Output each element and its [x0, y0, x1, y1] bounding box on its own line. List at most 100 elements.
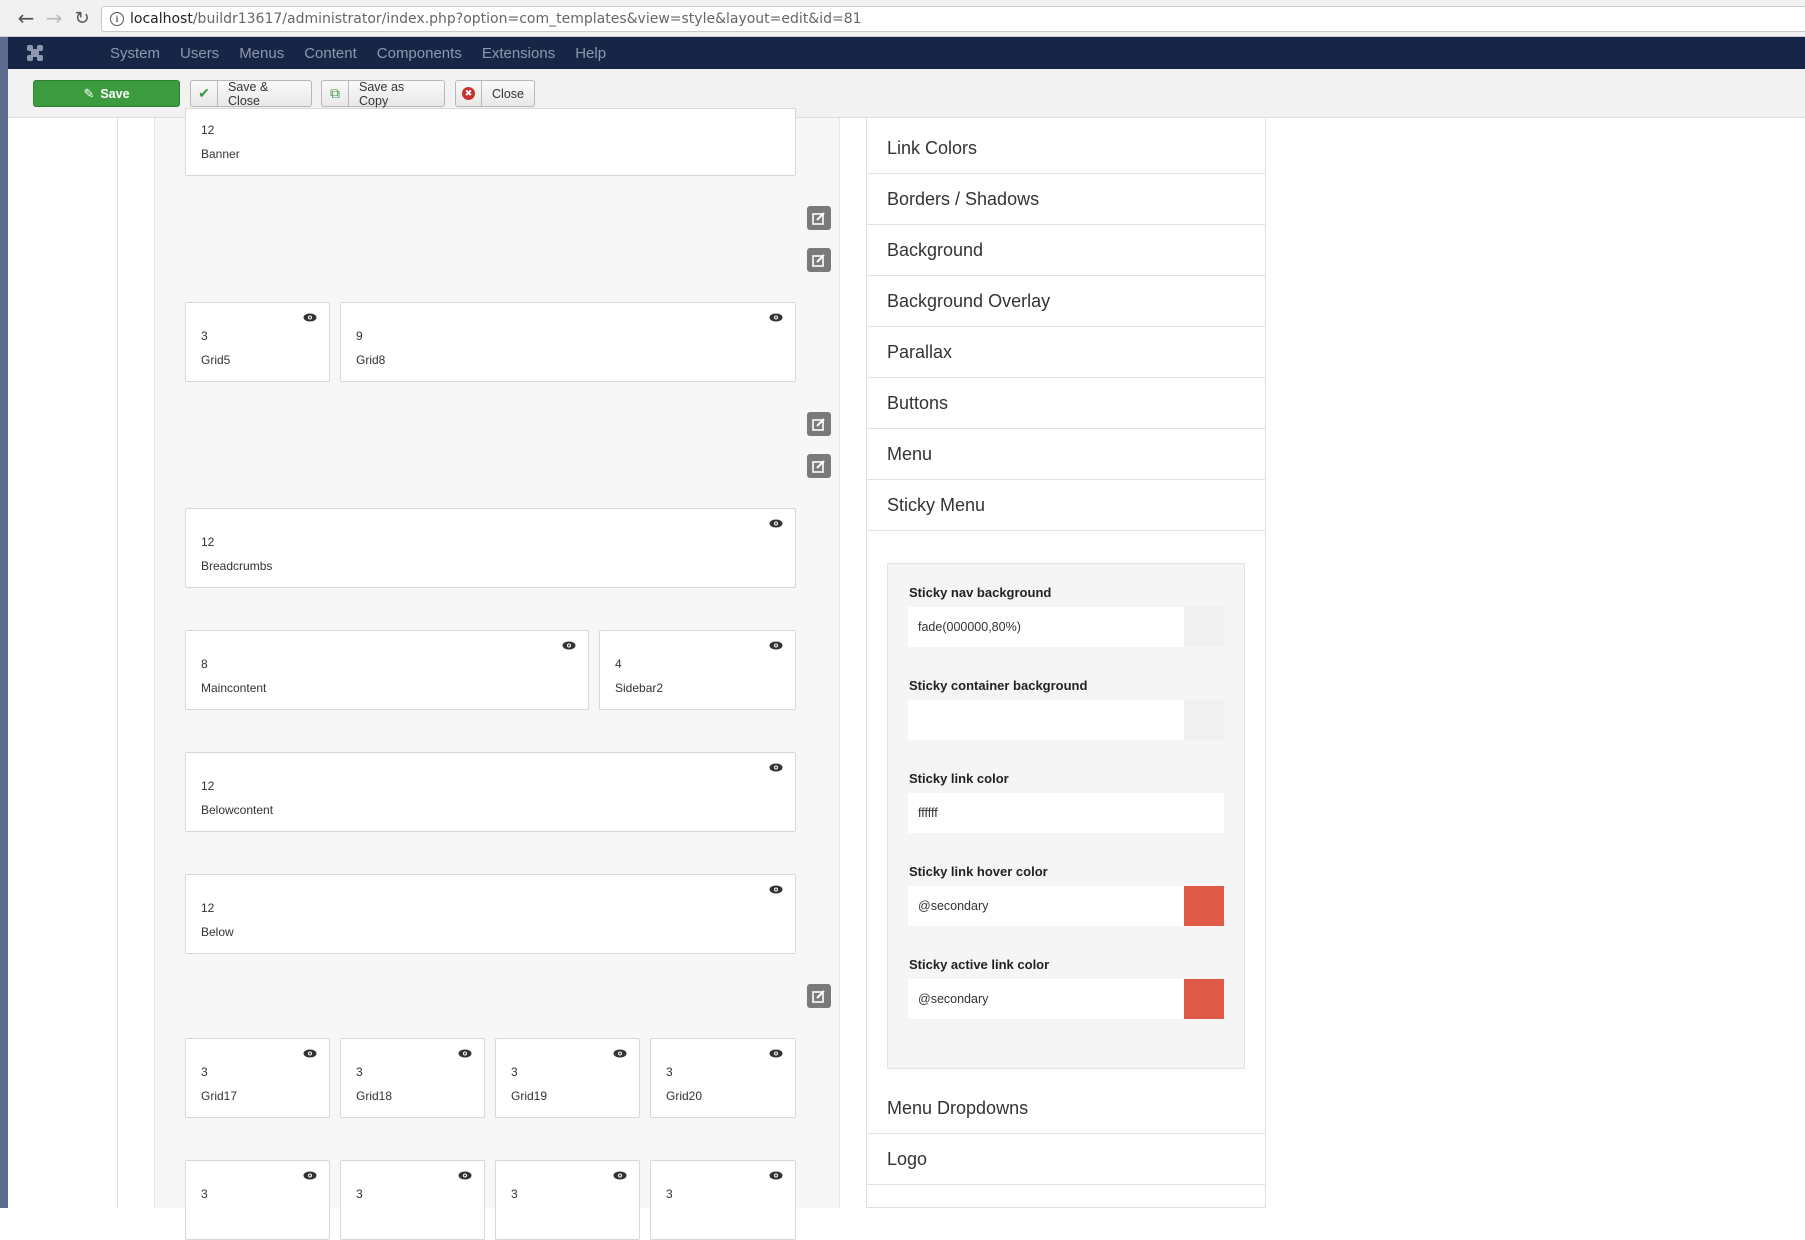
sticky-link-color-label: Sticky link color	[909, 771, 1009, 786]
color-swatch[interactable]	[1184, 700, 1224, 740]
close-icon: ✖	[456, 81, 483, 106]
menu-users[interactable]: Users	[180, 45, 219, 62]
position-name: Belowcontent	[201, 803, 274, 817]
color-swatch[interactable]	[1184, 607, 1224, 647]
close-button[interactable]: ✖ Close	[455, 80, 535, 107]
forward-icon[interactable]: →	[42, 6, 66, 30]
position-banner[interactable]: 12 Banner	[185, 108, 796, 176]
column-size: 12	[201, 535, 215, 549]
position-bottom-3[interactable]: 3	[495, 1160, 640, 1240]
column-size: 3	[201, 329, 208, 343]
menu-components[interactable]: Components	[377, 45, 462, 62]
section-sticky-menu[interactable]: Sticky Menu	[867, 480, 1265, 531]
position-name: Grid5	[201, 353, 231, 367]
visibility-eye-icon[interactable]	[769, 763, 783, 772]
edit-row-icon[interactable]	[807, 412, 831, 436]
save-copy-button[interactable]: ⧉ Save as Copy	[321, 80, 445, 108]
position-bottom-4[interactable]: 3	[650, 1160, 796, 1240]
column-size: 12	[201, 123, 215, 137]
position-grid18[interactable]: 3 Grid18	[340, 1038, 485, 1118]
section-background-overlay[interactable]: Background Overlay	[867, 276, 1265, 327]
visibility-eye-icon[interactable]	[303, 1049, 317, 1058]
sticky-active-link-input[interactable]: @secondary	[908, 979, 1184, 1019]
section-menu-dropdowns[interactable]: Menu Dropdowns	[867, 1083, 1265, 1134]
position-name: Breadcrumbs	[201, 559, 273, 573]
section-background[interactable]: Background	[867, 225, 1265, 276]
column-size: 3	[201, 1065, 208, 1079]
menu-extensions[interactable]: Extensions	[482, 45, 555, 62]
section-link-colors[interactable]: Link Colors	[867, 123, 1265, 174]
joomla-logo-icon[interactable]	[26, 44, 66, 62]
layout-builder: 12 Banner 3 Grid5 9 Grid8 12 Breadcrumbs…	[154, 108, 840, 1240]
sticky-link-color-input[interactable]: ffffff	[908, 793, 1224, 833]
position-bottom-2[interactable]: 3	[340, 1160, 485, 1240]
style-settings-panel: Link Colors Borders / Shadows Background…	[866, 118, 1266, 1208]
save-button[interactable]: ✎ Save	[33, 80, 180, 107]
section-borders-shadows[interactable]: Borders / Shadows	[867, 174, 1265, 225]
column-size: 3	[356, 1065, 363, 1079]
sticky-nav-bg-label: Sticky nav background	[909, 585, 1052, 600]
visibility-eye-icon[interactable]	[769, 1049, 783, 1058]
visibility-eye-icon[interactable]	[769, 1171, 783, 1180]
visibility-eye-icon[interactable]	[769, 313, 783, 322]
visibility-eye-icon[interactable]	[303, 313, 317, 322]
menu-system[interactable]: System	[110, 45, 160, 62]
position-sidebar2[interactable]: 4 Sidebar2	[599, 630, 796, 710]
sidebar-gutter	[8, 118, 118, 1208]
position-below[interactable]: 12 Below	[185, 874, 796, 954]
visibility-eye-icon[interactable]	[769, 519, 783, 528]
section-parallax[interactable]: Parallax	[867, 327, 1265, 378]
position-grid8[interactable]: 9 Grid8	[340, 302, 796, 382]
section-logo[interactable]: Logo	[867, 1134, 1265, 1185]
position-belowcontent[interactable]: 12 Belowcontent	[185, 752, 796, 832]
sticky-link-hover-input[interactable]: @secondary	[908, 886, 1184, 926]
menu-menus[interactable]: Menus	[239, 45, 284, 62]
visibility-eye-icon[interactable]	[458, 1049, 472, 1058]
sticky-container-bg-input[interactable]	[908, 700, 1184, 740]
edit-row-icon[interactable]	[807, 454, 831, 478]
visibility-eye-icon[interactable]	[769, 641, 783, 650]
position-maincontent[interactable]: 8 Maincontent	[185, 630, 589, 710]
position-name: Grid17	[201, 1089, 238, 1103]
edit-row-icon[interactable]	[807, 248, 831, 272]
edit-row-icon[interactable]	[807, 984, 831, 1008]
position-bottom-1[interactable]: 3	[185, 1160, 330, 1240]
column-size: 3	[356, 1187, 363, 1201]
position-name: Below	[201, 925, 234, 939]
position-grid5[interactable]: 3 Grid5	[185, 302, 330, 382]
info-icon[interactable]: i	[110, 12, 124, 26]
visibility-eye-icon[interactable]	[303, 1171, 317, 1180]
admin-menu-bar: System Users Menus Content Components Ex…	[8, 37, 1805, 69]
back-icon[interactable]: ←	[14, 6, 38, 30]
visibility-eye-icon[interactable]	[562, 641, 576, 650]
column-size: 3	[511, 1187, 518, 1201]
position-grid20[interactable]: 3 Grid20	[650, 1038, 796, 1118]
column-size: 4	[615, 657, 622, 671]
menu-content[interactable]: Content	[304, 45, 357, 62]
column-size: 3	[666, 1187, 673, 1201]
edit-row-icon[interactable]	[807, 206, 831, 230]
visibility-eye-icon[interactable]	[613, 1171, 627, 1180]
visibility-eye-icon[interactable]	[769, 885, 783, 894]
section-buttons[interactable]: Buttons	[867, 378, 1265, 429]
section-menu[interactable]: Menu	[867, 429, 1265, 480]
column-size: 8	[201, 657, 208, 671]
sticky-nav-bg-input[interactable]: fade(000000,80%)	[908, 607, 1184, 647]
column-size: 12	[201, 779, 215, 793]
url-host: localhost	[130, 11, 193, 27]
position-breadcrumbs[interactable]: 12 Breadcrumbs	[185, 508, 796, 588]
reload-icon[interactable]: ↻	[70, 6, 94, 30]
visibility-eye-icon[interactable]	[613, 1049, 627, 1058]
visibility-eye-icon[interactable]	[458, 1171, 472, 1180]
save-close-button[interactable]: ✔ Save & Close	[190, 80, 312, 108]
position-grid19[interactable]: 3 Grid19	[495, 1038, 640, 1118]
address-bar[interactable]: i localhost/buildr13617/administrator/in…	[101, 6, 1805, 32]
page-left-edge	[0, 37, 8, 1208]
color-swatch[interactable]	[1184, 979, 1224, 1019]
position-grid17[interactable]: 3 Grid17	[185, 1038, 330, 1118]
color-swatch[interactable]	[1184, 886, 1224, 926]
sticky-menu-fields: Sticky nav background fade(000000,80%) S…	[887, 563, 1245, 1069]
position-name: Banner	[201, 147, 240, 161]
column-size: 12	[201, 901, 215, 915]
menu-help[interactable]: Help	[575, 45, 606, 62]
